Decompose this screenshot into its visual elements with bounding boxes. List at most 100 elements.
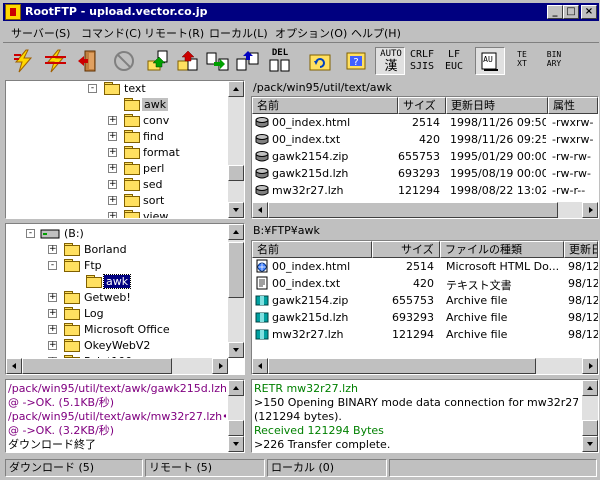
expand-icon[interactable]: +	[48, 293, 57, 302]
expand-icon[interactable]: +	[108, 132, 117, 141]
delete-button[interactable]: DEL	[265, 47, 295, 75]
scroll-right-button[interactable]	[582, 202, 598, 218]
table-row[interactable]: 00_index.txt 420 1998/11/26 09:25 -rwxrw…	[252, 131, 598, 148]
scroll-left-button[interactable]	[252, 358, 268, 374]
lf-euc-button[interactable]: LF EUC	[439, 47, 469, 75]
refresh-button[interactable]	[305, 47, 335, 75]
tree-item-microsoft-office[interactable]: + Microsoft Office	[6, 322, 228, 338]
kanji-auto-button[interactable]: AUTO 漢	[375, 47, 405, 75]
menu-command[interactable]: コマンド(C)	[81, 25, 141, 41]
expand-icon[interactable]: +	[108, 196, 117, 205]
column-name[interactable]: 名前	[252, 97, 398, 114]
scroll-up-button[interactable]	[582, 380, 598, 396]
tree-item-text[interactable]: - text	[6, 81, 228, 97]
expand-icon[interactable]: +	[48, 341, 57, 350]
transfer-binary-button[interactable]: BIN ARY	[539, 47, 569, 75]
scroll-down-button[interactable]	[228, 342, 244, 358]
local-tree-hscrollbar[interactable]	[6, 358, 228, 374]
table-row[interactable]: 00_index.html 2514 Microsoft HTML Do... …	[252, 258, 598, 275]
local-tree-scrollbar[interactable]	[228, 224, 244, 358]
expand-icon[interactable]: +	[108, 116, 117, 125]
scroll-thumb[interactable]	[22, 358, 172, 374]
transfer-auto-button[interactable]: AU	[475, 47, 505, 75]
title-bar[interactable]: RootFTP - upload.vector.co.jp _ □ ×	[3, 3, 599, 21]
connect-button[interactable]	[9, 47, 39, 75]
disconnect-button[interactable]	[73, 47, 103, 75]
scroll-up-button[interactable]	[228, 224, 244, 240]
maximize-button[interactable]: □	[563, 5, 579, 19]
tree-item-borland[interactable]: + Borland	[6, 242, 228, 258]
mirror-download-button[interactable]	[203, 47, 233, 75]
tree-item-perl[interactable]: + perl	[6, 161, 228, 177]
help-button[interactable]: ?	[341, 47, 371, 75]
transfer-text-button[interactable]: TE XT	[507, 47, 537, 75]
menu-remote[interactable]: リモート(R)	[144, 25, 204, 41]
tree-item-log[interactable]: + Log	[6, 306, 228, 322]
scroll-right-button[interactable]	[212, 358, 228, 374]
column-attr[interactable]: 属性	[548, 97, 598, 114]
tree-item-conv[interactable]: + conv	[6, 113, 228, 129]
tree-item-ftp[interactable]: - Ftp	[6, 258, 228, 274]
column-modified[interactable]: 更新日	[564, 241, 598, 258]
expand-icon[interactable]: +	[48, 309, 57, 318]
tree-item-find[interactable]: + find	[6, 129, 228, 145]
table-row[interactable]: 00_index.txt 420 テキスト文書 98/12	[252, 275, 598, 292]
remote-file-list[interactable]: 名前 サイズ 更新日時 属性 00_index.html 2514 1998/1…	[251, 96, 599, 219]
scroll-thumb[interactable]	[268, 358, 536, 374]
upload-button[interactable]	[173, 47, 203, 75]
tree-item-awk[interactable]: awk	[6, 97, 228, 113]
expand-icon[interactable]: +	[108, 148, 117, 157]
scroll-thumb[interactable]	[582, 420, 598, 436]
column-date[interactable]: 更新日時	[446, 97, 548, 114]
menu-server[interactable]: サーバー(S)	[11, 25, 70, 41]
collapse-icon[interactable]: -	[48, 261, 57, 270]
scroll-right-button[interactable]	[582, 358, 598, 374]
scroll-down-button[interactable]	[228, 202, 244, 218]
table-row[interactable]: gawk215d.lzh 693293 1995/08/19 00:00 -rw…	[252, 165, 598, 182]
local-list-hscrollbar[interactable]	[252, 358, 598, 374]
table-row[interactable]: gawk2154.zip 655753 Archive file 98/12	[252, 292, 598, 309]
tree-item-getweb[interactable]: + Getweb!	[6, 290, 228, 306]
tree-item-view[interactable]: + view	[6, 209, 228, 218]
table-row[interactable]: 00_index.html 2514 1998/11/26 09:50 -rwx…	[252, 114, 598, 131]
tree-item-awk-local[interactable]: awk	[6, 274, 228, 290]
quick-connect-button[interactable]	[41, 47, 71, 75]
scroll-thumb[interactable]	[228, 420, 244, 436]
transfer-log-scrollbar[interactable]	[228, 380, 244, 452]
expand-icon[interactable]: +	[48, 325, 57, 334]
remote-list-hscrollbar[interactable]	[252, 202, 598, 218]
scroll-up-button[interactable]	[228, 380, 244, 396]
scroll-thumb[interactable]	[228, 242, 244, 298]
expand-icon[interactable]: +	[108, 164, 117, 173]
tree-item-format[interactable]: + format	[6, 145, 228, 161]
expand-icon[interactable]: +	[48, 245, 57, 254]
server-log[interactable]: RETR mw32r27.lzh >150 Opening BINARY mod…	[251, 379, 599, 453]
remote-tree-scrollbar[interactable]	[228, 81, 244, 218]
tree-item-drive-b[interactable]: - (B:)	[6, 226, 228, 242]
column-name[interactable]: 名前	[252, 241, 372, 258]
crlf-sjis-button[interactable]: CRLF SJIS	[407, 47, 437, 75]
server-log-scrollbar[interactable]	[582, 380, 598, 452]
scroll-left-button[interactable]	[252, 202, 268, 218]
scroll-down-button[interactable]	[228, 436, 244, 452]
close-button[interactable]: ×	[581, 5, 597, 19]
minimize-button[interactable]: _	[547, 5, 563, 19]
abort-button[interactable]	[109, 47, 139, 75]
table-row[interactable]: gawk2154.zip 655753 1995/01/29 00:00 -rw…	[252, 148, 598, 165]
column-size[interactable]: サイズ	[398, 97, 446, 114]
scroll-thumb[interactable]	[268, 202, 558, 218]
local-file-list[interactable]: 名前 サイズ ファイルの種類 更新日 00_index.html 2514 Mi…	[251, 240, 599, 375]
tree-item-okeywebv2[interactable]: + OkeyWebV2	[6, 338, 228, 354]
collapse-icon[interactable]: -	[88, 84, 97, 93]
menu-help[interactable]: ヘルプ(H)	[351, 25, 401, 41]
column-type[interactable]: ファイルの種類	[440, 241, 564, 258]
column-size[interactable]: サイズ	[372, 241, 440, 258]
local-folder-tree[interactable]: - (B:) + Borland - Ftp awk + Getweb! + L…	[5, 223, 245, 375]
remote-folder-tree[interactable]: - text awk + conv + find + format + perl	[5, 80, 245, 219]
mirror-upload-button[interactable]	[233, 47, 263, 75]
tree-item-sort[interactable]: + sort	[6, 193, 228, 209]
expand-icon[interactable]: +	[108, 180, 117, 189]
tree-item-sed[interactable]: + sed	[6, 177, 228, 193]
table-row[interactable]: mw32r27.lzh 121294 1998/08/22 13:02 -rw-…	[252, 182, 598, 199]
scroll-thumb[interactable]	[228, 165, 244, 181]
